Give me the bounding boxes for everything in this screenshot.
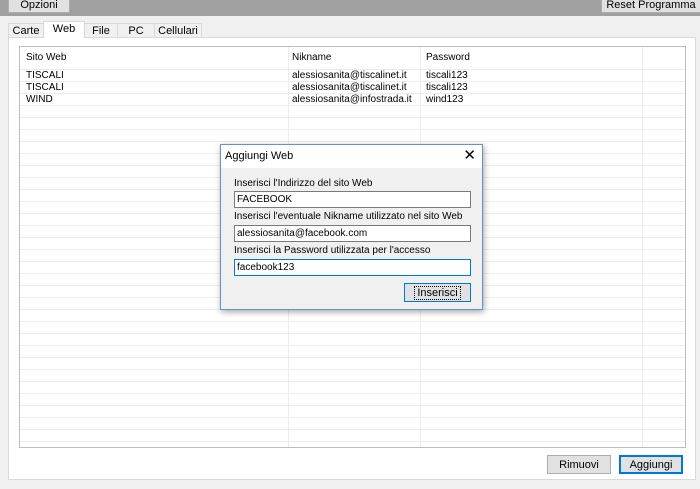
table-cell-site[interactable]: TISCALI — [26, 70, 64, 81]
row-divider — [20, 405, 685, 406]
table-cell-site[interactable]: WIND — [26, 94, 53, 105]
row-divider — [20, 105, 685, 106]
row-divider — [20, 441, 685, 442]
row-divider — [20, 129, 685, 130]
row-divider — [20, 345, 685, 346]
table-cell-nikname[interactable]: alessiosanita@infostrada.it — [292, 94, 412, 105]
close-icon[interactable]: ✕ — [463, 147, 476, 165]
password-label: Inserisci la Password utilizzata per l'a… — [234, 245, 431, 256]
tab-pc[interactable]: PC — [117, 23, 155, 37]
tab-cellulari[interactable]: Cellulari — [154, 23, 202, 37]
column-header-site[interactable]: Sito Web — [26, 52, 66, 63]
add-web-dialog: Aggiungi Web ✕ Inserisci l'Indirizzo del… — [220, 144, 483, 310]
dialog-title: Aggiungi Web — [225, 150, 294, 162]
add-button[interactable]: Aggiungi — [619, 455, 683, 474]
column-divider — [642, 47, 643, 447]
column-header-nikname[interactable]: Nikname — [292, 52, 331, 63]
table-cell-password[interactable]: tiscali123 — [426, 82, 468, 93]
nikname-input[interactable]: alessiosanita@facebook.com — [234, 225, 471, 242]
site-address-input[interactable]: FACEBOOK — [234, 191, 471, 208]
tab-web[interactable]: Web — [43, 21, 85, 38]
remove-button[interactable]: Rimuovi — [547, 455, 611, 474]
row-divider — [20, 417, 685, 418]
site-address-label: Inserisci l'Indirizzo del sito Web — [234, 178, 373, 189]
insert-button-label: Inserisci — [414, 286, 461, 300]
reset-program-button[interactable]: Reset Programma — [601, 0, 700, 13]
row-divider — [20, 393, 685, 394]
nikname-label: Inserisci l'eventuale Nikname utilizzato… — [234, 211, 463, 222]
options-button[interactable]: Opzioni — [8, 0, 70, 13]
table-cell-password[interactable]: wind123 — [426, 94, 463, 105]
table-cell-nikname[interactable]: alessiosanita@tiscalinet.it — [292, 70, 407, 81]
tab-file[interactable]: File — [84, 23, 118, 37]
tab-carte[interactable]: Carte — [8, 23, 44, 37]
row-divider — [20, 117, 685, 118]
table-cell-site[interactable]: TISCALI — [26, 82, 64, 93]
dialog-title-bar: Aggiungi Web ✕ — [221, 145, 482, 168]
row-divider — [20, 141, 685, 142]
insert-button[interactable]: Inserisci — [404, 283, 471, 302]
password-input[interactable]: facebook123 — [234, 259, 471, 276]
row-divider — [20, 381, 685, 382]
row-divider — [20, 333, 685, 334]
row-divider — [20, 321, 685, 322]
row-divider — [20, 369, 685, 370]
table-cell-nikname[interactable]: alessiosanita@tiscalinet.it — [292, 82, 407, 93]
table-cell-password[interactable]: tiscali123 — [426, 70, 468, 81]
row-divider — [20, 357, 685, 358]
column-header-password[interactable]: Password — [426, 52, 470, 63]
row-divider — [20, 429, 685, 430]
top-bar: Opzioni Reset Programma — [0, 0, 700, 16]
